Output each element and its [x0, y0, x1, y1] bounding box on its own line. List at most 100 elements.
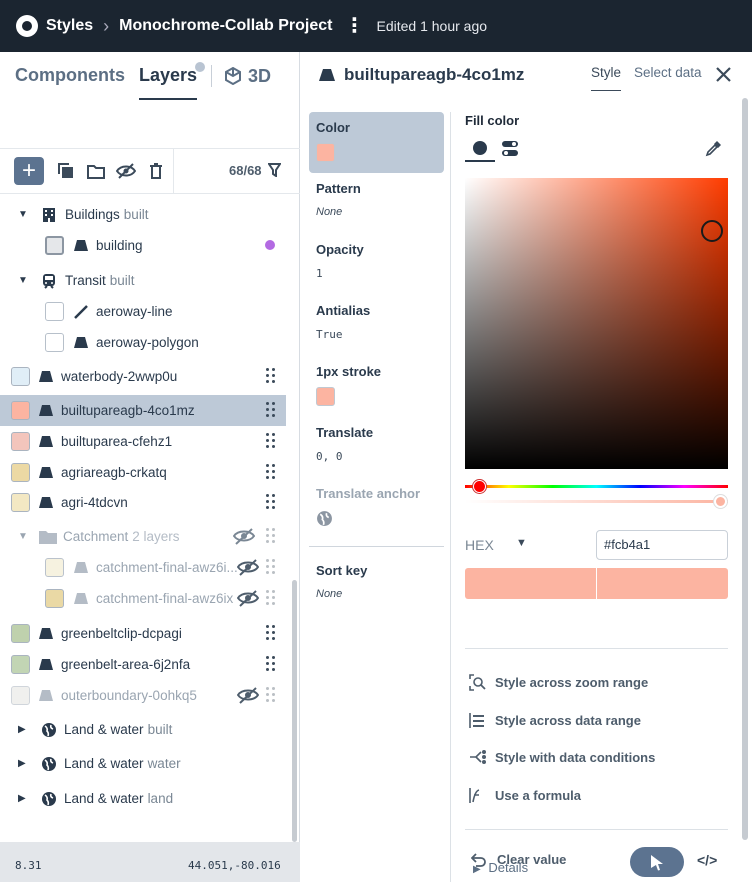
- layer-row-building[interactable]: building: [0, 230, 286, 261]
- prop-translate-anchor[interactable]: Translate anchor: [309, 486, 444, 530]
- hidden-eye-icon[interactable]: [237, 687, 259, 704]
- hide-icon[interactable]: [116, 161, 136, 181]
- drag-handle-icon[interactable]: [266, 559, 276, 575]
- trash-icon[interactable]: [146, 161, 166, 181]
- hex-input[interactable]: #fcb4a1: [596, 530, 728, 560]
- filter-icon[interactable]: [267, 163, 282, 180]
- hue-handle[interactable]: [473, 480, 486, 493]
- prop-label: Pattern: [316, 181, 361, 196]
- app-name[interactable]: Styles: [46, 17, 93, 35]
- layer-swatch[interactable]: [45, 236, 64, 255]
- layer-swatch[interactable]: [45, 558, 64, 577]
- color-knob[interactable]: [701, 220, 723, 242]
- format-select[interactable]: HEX: [465, 537, 494, 553]
- tab-layers[interactable]: Layers: [139, 52, 206, 100]
- studio-logo-icon[interactable]: [16, 15, 38, 37]
- details-toggle[interactable]: ▶ Details: [473, 860, 528, 875]
- pointer-mode-button[interactable]: [630, 847, 684, 877]
- layer-group-transit[interactable]: ▼ Transit built: [0, 265, 286, 296]
- layer-swatch[interactable]: [11, 493, 30, 512]
- tab-solid-color[interactable]: [465, 134, 495, 162]
- layer-swatch[interactable]: [11, 686, 30, 705]
- toggle-icon[interactable]: [501, 140, 519, 157]
- layer-group-land-water-built[interactable]: ▶ Land & water built: [0, 714, 286, 745]
- layer-row-waterbody[interactable]: waterbody-2wwp0u: [0, 361, 286, 392]
- color-picker[interactable]: HEX ▼ #fcb4a1: [465, 178, 728, 599]
- layer-row-outerboundary[interactable]: outerboundary-0ohkq5: [0, 680, 286, 711]
- drag-handle-icon[interactable]: [266, 402, 276, 418]
- hidden-eye-icon[interactable]: [233, 528, 255, 545]
- drag-handle-icon[interactable]: [266, 494, 276, 510]
- add-layer-button[interactable]: +: [14, 157, 44, 185]
- prop-1px-stroke[interactable]: 1px stroke: [309, 364, 444, 406]
- drag-handle-icon[interactable]: [266, 464, 276, 480]
- layer-row-builtuparea[interactable]: builtuparea-cfehz1: [0, 426, 286, 457]
- chevron-down-icon[interactable]: ▼: [516, 537, 527, 549]
- layer-row-greenbeltclip[interactable]: greenbeltclip-dcpagi: [0, 618, 286, 649]
- tab-3d[interactable]: 3D: [224, 66, 271, 87]
- tab-style[interactable]: Style: [591, 65, 622, 91]
- layer-row-catchment-1[interactable]: catchment-final-awz6i...: [0, 552, 286, 583]
- layer-group-land-water-water[interactable]: ▶ Land & water water: [0, 748, 286, 779]
- layer-swatch[interactable]: [45, 302, 64, 321]
- layer-row-aeroway-polygon[interactable]: aeroway-polygon: [0, 327, 286, 358]
- prop-antialias[interactable]: Antialias True: [309, 303, 444, 341]
- prop-sort-key[interactable]: Sort key None: [309, 563, 444, 600]
- folder-icon[interactable]: [86, 161, 106, 181]
- prop-pattern[interactable]: Pattern None: [309, 181, 444, 218]
- alpha-handle[interactable]: [714, 495, 727, 508]
- code-view-icon[interactable]: </>: [697, 852, 717, 868]
- caret-right-icon[interactable]: ▶: [18, 793, 28, 804]
- layer-swatch[interactable]: [45, 333, 64, 352]
- layer-row-aeroway-line[interactable]: aeroway-line: [0, 296, 286, 327]
- close-icon[interactable]: [716, 67, 731, 82]
- style-panel-scrollbar[interactable]: [742, 98, 748, 840]
- caret-right-icon[interactable]: ▶: [18, 724, 28, 735]
- layer-folder-catchment[interactable]: ▼ Catchment 2 layers: [0, 521, 286, 552]
- drag-handle-icon[interactable]: [266, 433, 276, 449]
- drag-handle-icon[interactable]: [266, 687, 276, 703]
- drag-handle-icon[interactable]: [266, 368, 276, 384]
- drag-handle-icon[interactable]: [266, 625, 276, 641]
- use-formula-button[interactable]: Use a formula: [469, 787, 581, 804]
- drag-handle-icon[interactable]: [266, 656, 276, 672]
- prop-opacity[interactable]: Opacity 1: [309, 242, 444, 280]
- layer-row-agri[interactable]: agri-4tdcvn: [0, 487, 286, 518]
- layer-row-greenbelt-area[interactable]: greenbelt-area-6j2nfa: [0, 649, 286, 680]
- drag-handle-icon[interactable]: [266, 528, 276, 544]
- hue-slider[interactable]: [465, 485, 728, 488]
- hidden-eye-icon[interactable]: [237, 590, 259, 607]
- project-menu-icon[interactable]: ⋮: [345, 16, 365, 36]
- layer-swatch[interactable]: [11, 401, 30, 420]
- caret-down-icon[interactable]: ▼: [18, 275, 28, 286]
- caret-down-icon[interactable]: ▼: [18, 531, 28, 542]
- hidden-eye-icon[interactable]: [237, 559, 259, 576]
- layer-group-buildings[interactable]: ▼ Buildings built: [0, 199, 286, 230]
- layer-row-catchment-2[interactable]: catchment-final-awz6ix: [0, 583, 286, 614]
- layer-row-builtupareagb[interactable]: builtupareagb-4co1mz: [0, 395, 286, 426]
- style-with-conditions-button[interactable]: Style with data conditions: [469, 749, 655, 766]
- eyedropper-icon[interactable]: [705, 140, 722, 157]
- prop-translate[interactable]: Translate 0, 0: [309, 425, 444, 463]
- layer-swatch[interactable]: [11, 367, 30, 386]
- style-across-data-button[interactable]: Style across data range: [469, 712, 641, 729]
- prop-color[interactable]: Color: [309, 112, 444, 173]
- layer-swatch[interactable]: [11, 655, 30, 674]
- layer-swatch[interactable]: [11, 624, 30, 643]
- duplicate-icon[interactable]: [56, 161, 76, 181]
- alpha-slider[interactable]: [465, 500, 728, 503]
- layer-swatch[interactable]: [11, 432, 30, 451]
- layer-row-agriareagb[interactable]: agriareagb-crkatq: [0, 457, 286, 488]
- caret-right-icon[interactable]: ▶: [18, 758, 28, 769]
- layers-scrollbar[interactable]: [292, 580, 297, 842]
- layer-swatch[interactable]: [45, 589, 64, 608]
- style-across-zoom-button[interactable]: Style across zoom range: [469, 674, 648, 691]
- project-title[interactable]: Monochrome-Collab Project: [119, 17, 332, 35]
- tab-components[interactable]: Components: [15, 52, 125, 100]
- saturation-value-area[interactable]: [465, 178, 728, 469]
- layer-group-land-water-land[interactable]: ▶ Land & water land: [0, 783, 286, 814]
- caret-down-icon[interactable]: ▼: [18, 209, 28, 220]
- drag-handle-icon[interactable]: [266, 590, 276, 606]
- tab-select-data[interactable]: Select data: [634, 65, 702, 80]
- layer-swatch[interactable]: [11, 463, 30, 482]
